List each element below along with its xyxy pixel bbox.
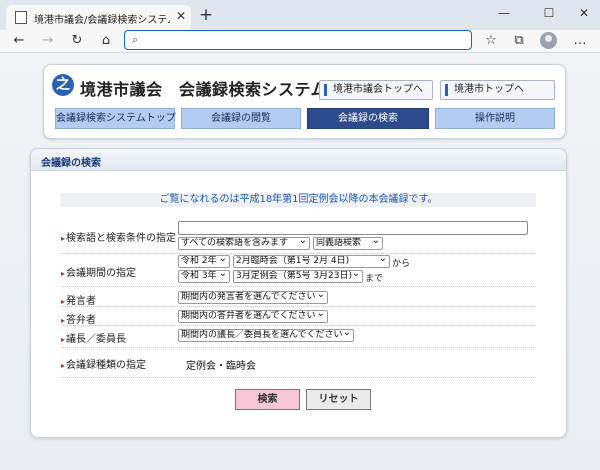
site-title: 境港市議会 会議録検索システム xyxy=(80,80,328,99)
row-divider xyxy=(61,377,536,378)
forward-icon[interactable]: → xyxy=(38,31,58,51)
to-suffix: まで xyxy=(365,274,384,284)
answerer-select[interactable]: 期間内の答弁者を選んでください xyxy=(178,310,328,323)
from-suffix: から xyxy=(392,259,411,269)
home-icon[interactable]: ⌂ xyxy=(96,31,116,51)
close-window-icon[interactable]: ✕ xyxy=(571,3,597,23)
tab-close-icon[interactable]: ✕ xyxy=(176,9,186,23)
browser-tab[interactable]: 境港市議会/会議録検索システム ✕ xyxy=(6,5,191,30)
from-session-select[interactable]: 2月臨時会（第1号 2月 4日) xyxy=(233,255,390,268)
site-header: 之 境港市議会 会議録検索システム 境港市議会トップへ 境港市トップへ 会議録検… xyxy=(43,64,566,139)
to-era-select[interactable]: 令和 3年 xyxy=(178,270,230,283)
record-type-value: 定例会・臨時会 xyxy=(186,361,256,372)
browser-toolbar: ← → ↻ ⌂ ⌕ ☆ ⧉ … xyxy=(0,30,600,52)
row-divider xyxy=(61,253,536,254)
council-top-link[interactable]: 境港市議会トップへ xyxy=(319,80,433,100)
chair-label: 議長／委員長 xyxy=(61,330,126,345)
page-favicon-icon xyxy=(15,11,27,24)
from-era-select[interactable]: 令和 2年 xyxy=(178,255,230,268)
address-input[interactable] xyxy=(147,33,467,47)
row-divider xyxy=(61,325,536,326)
panel-header: 会議録の検索 xyxy=(31,149,566,171)
tab-title: 境港市議会/会議録検索システム xyxy=(34,15,170,26)
keyword-input[interactable] xyxy=(178,221,528,235)
period-label: 会議期間の指定 xyxy=(61,264,136,279)
minimize-icon[interactable]: — xyxy=(491,3,517,23)
tab-search[interactable]: 会議録の検索 xyxy=(307,108,429,129)
more-icon[interactable]: … xyxy=(570,31,590,51)
tab-browse[interactable]: 会議録の閲覧 xyxy=(181,108,301,129)
answerer-label: 答弁者 xyxy=(61,311,96,326)
availability-notice: ご覧になれるのは平成18年第1回定例会以降の本会議録です。 xyxy=(61,193,536,207)
favorites-icon[interactable]: ☆ xyxy=(481,31,501,51)
tab-help[interactable]: 操作説明 xyxy=(435,108,555,129)
to-session-select[interactable]: 3月定例会（第5号 3月23日) xyxy=(233,270,363,283)
reset-button[interactable]: リセット xyxy=(306,389,371,410)
row-divider xyxy=(61,347,536,348)
new-tab-icon[interactable]: + xyxy=(196,5,216,25)
panel-title: 会議録の検索 xyxy=(41,158,101,169)
city-logo-icon: 之 xyxy=(52,74,74,96)
refresh-icon[interactable]: ↻ xyxy=(67,31,87,51)
browser-titlebar: 境港市議会/会議録検索システム ✕ + — ☐ ✕ xyxy=(0,0,600,30)
search-button[interactable]: 検索 xyxy=(235,389,300,410)
row-divider xyxy=(61,286,536,287)
speaker-select[interactable]: 期間内の発言者を選んでください xyxy=(178,291,328,304)
keyword-label: 検索語と検索条件の指定 xyxy=(61,229,176,244)
search-panel: 会議録の検索 ご覧になれるのは平成18年第1回定例会以降の本会議録です。 検索語… xyxy=(30,148,567,438)
back-icon[interactable]: ← xyxy=(9,31,29,51)
main-nav: 会議録検索システムトップ 会議録の閲覧 会議録の検索 操作説明 xyxy=(55,108,555,129)
page-content: 之 境港市議会 会議録検索システム 境港市議会トップへ 境港市トップへ 会議録検… xyxy=(0,52,600,470)
search-type-select[interactable]: 同義語検索 xyxy=(313,237,383,250)
maximize-icon[interactable]: ☐ xyxy=(536,3,562,23)
collections-icon[interactable]: ⧉ xyxy=(509,31,529,51)
city-top-link[interactable]: 境港市トップへ xyxy=(440,80,555,100)
search-icon: ⌕ xyxy=(132,33,139,46)
record-type-label: 会議録種類の指定 xyxy=(61,356,146,371)
profile-avatar[interactable] xyxy=(540,32,557,49)
match-mode-select[interactable]: すべての検索語を含みます xyxy=(178,237,310,250)
row-divider xyxy=(61,306,536,307)
tab-system-top[interactable]: 会議録検索システムトップ xyxy=(55,108,176,129)
speaker-label: 発言者 xyxy=(61,292,96,307)
address-bar[interactable]: ⌕ xyxy=(124,30,472,50)
chair-select[interactable]: 期間内の議長／委員長を選んでください xyxy=(178,329,354,342)
